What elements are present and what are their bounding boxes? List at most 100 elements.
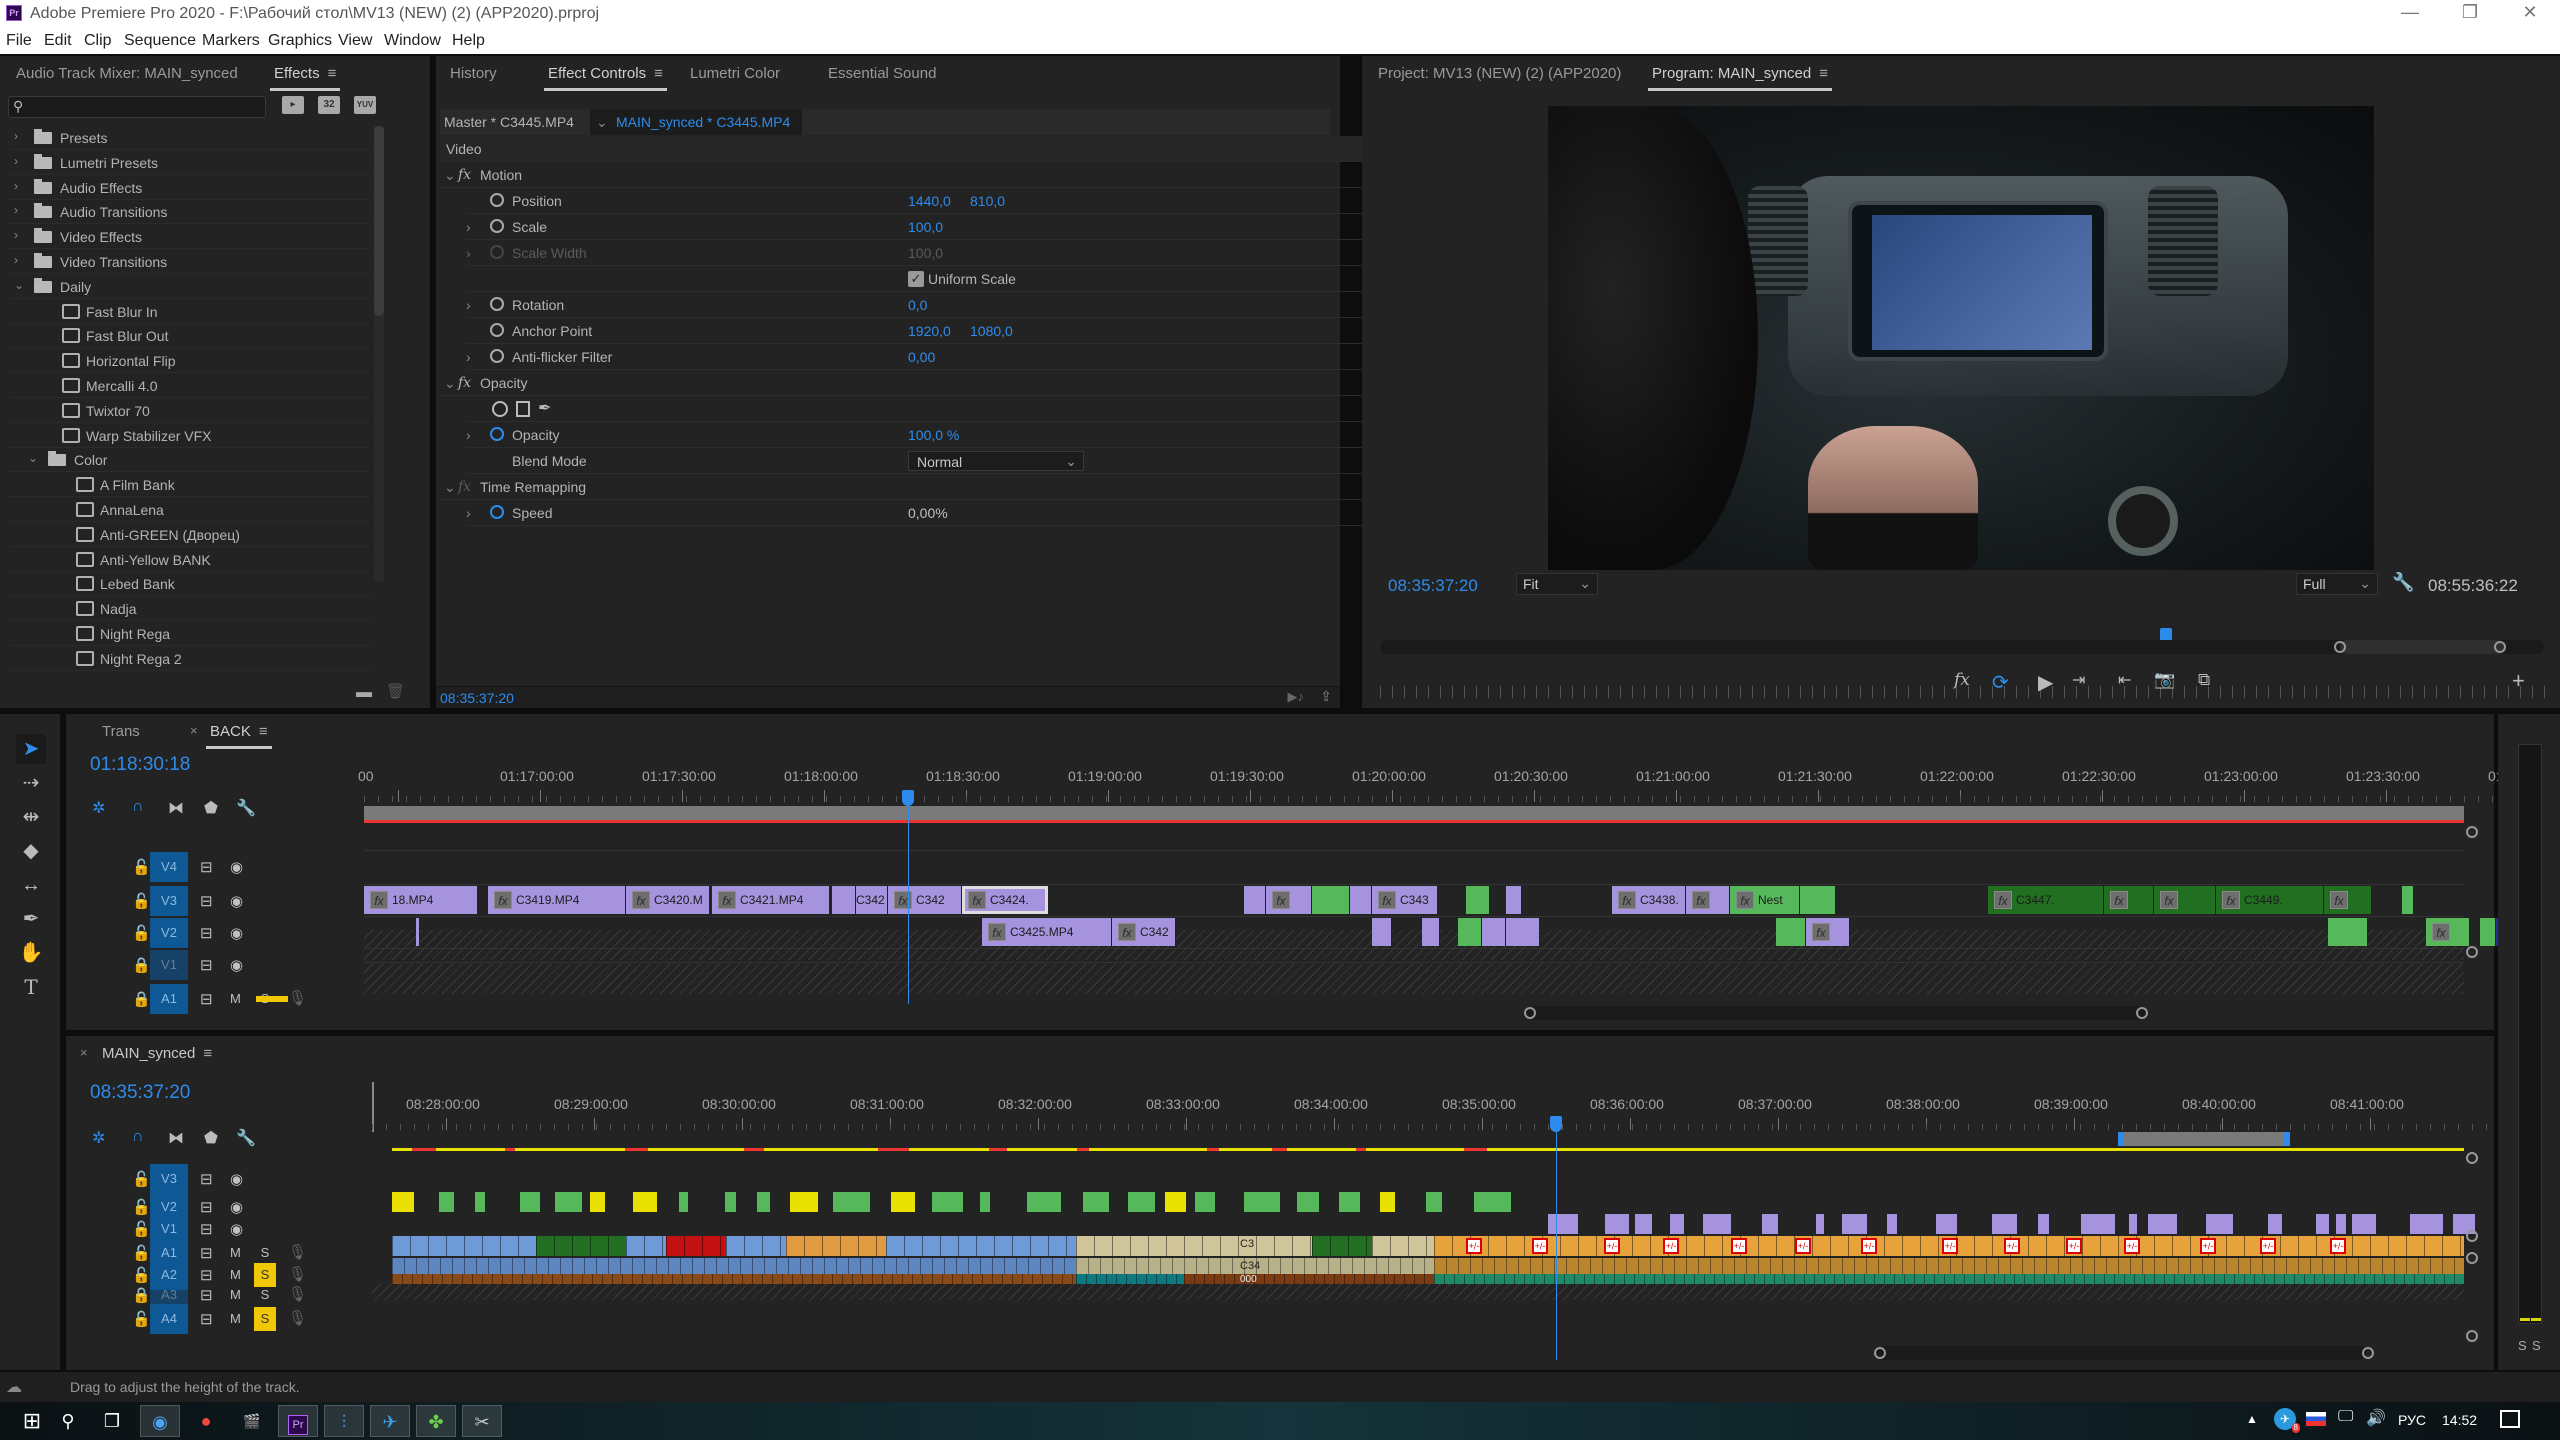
creative-cloud-icon[interactable]: ☁ — [6, 1377, 22, 1397]
tray-expand-icon[interactable]: ▲ — [2246, 1412, 2258, 1426]
back-vscroll-knob[interactable] — [2466, 826, 2478, 838]
timeline-clip[interactable] — [1422, 918, 1440, 946]
timeline-clip[interactable]: fx Nest — [1730, 886, 1800, 914]
tab-effect-controls[interactable]: Effect Controls ≡ — [544, 65, 667, 91]
main-playhead-handle[interactable] — [1550, 1116, 1562, 1132]
back-scroll-handle-left[interactable] — [1524, 1007, 1536, 1019]
monitor-zoom-thumb[interactable] — [2340, 640, 2504, 654]
v2-clip[interactable] — [1474, 1192, 1511, 1212]
timeline-clip[interactable]: fx — [2324, 886, 2372, 914]
add-marker-icon[interactable]: ⬟ — [204, 1128, 218, 1148]
effects-item[interactable]: Nadja — [10, 597, 370, 622]
timeline-clip[interactable] — [1312, 886, 1350, 914]
unlock-icon[interactable]: 🔓 — [132, 892, 151, 910]
track-select-tool-icon[interactable]: ⇢ — [16, 768, 46, 798]
effects-item[interactable]: › Video Transitions — [10, 250, 370, 274]
v2-clip[interactable] — [633, 1192, 657, 1212]
lift-icon[interactable]: ⇤ — [2118, 670, 2131, 690]
effects-item[interactable]: Fast Blur In — [10, 300, 370, 324]
fx-icon[interactable]: fx — [458, 167, 471, 183]
effects-item[interactable]: › Video Effects — [10, 225, 370, 250]
firefox-icon[interactable]: ◉ — [140, 1405, 180, 1437]
main-vscroll-knob-2[interactable] — [2466, 1230, 2478, 1242]
solo-right-button[interactable]: S — [2532, 1338, 2541, 1353]
v2-clip[interactable] — [833, 1192, 870, 1212]
solo-button[interactable]: S — [254, 1307, 276, 1331]
menu-help[interactable]: Help — [452, 32, 485, 50]
pen-tool-icon[interactable]: ✒ — [16, 904, 46, 934]
snipping-tool-icon[interactable]: ✂ — [462, 1405, 502, 1437]
main-time-ruler[interactable]: 08:28:00:00 08:29:00:00 08:30:00:00 08:31:0… — [372, 1088, 2542, 1132]
anti-flicker-value[interactable]: 0,00 — [908, 349, 935, 365]
timeline-clip[interactable]: fx — [2426, 918, 2470, 946]
effects-item[interactable]: A Film Bank — [10, 473, 370, 498]
lock-icon[interactable]: 🔒 — [132, 1286, 151, 1304]
close-icon[interactable]: ✕ — [2500, 2, 2560, 26]
32bit-filter-icon[interactable]: 32 — [318, 96, 340, 114]
chevron-right-icon[interactable]: › — [466, 349, 471, 365]
v2-clip[interactable] — [790, 1192, 818, 1212]
unlock-icon[interactable]: 🔓 — [132, 1220, 151, 1238]
v1-clip[interactable] — [1312, 1236, 1372, 1256]
timeline-clip[interactable]: fx C343 — [1372, 886, 1438, 914]
effects-item[interactable]: Fast Blur Out — [10, 324, 370, 349]
input-language[interactable]: РУС — [2398, 1412, 2426, 1428]
v2-clip[interactable] — [2129, 1214, 2137, 1234]
notifications-icon[interactable] — [2500, 1410, 2520, 1428]
main-horizontal-scrollbar[interactable] — [66, 1346, 2494, 1360]
timeline-clip[interactable] — [1506, 918, 1540, 946]
scale-value[interactable]: 100,0 — [908, 219, 943, 235]
timeline-clip[interactable]: fx 18.MP4 — [364, 886, 478, 914]
mixer-icon[interactable]: ⫶ — [324, 1405, 364, 1437]
timeline-clip[interactable]: fx C3420.M — [626, 886, 710, 914]
effects-search-input[interactable]: ⚲ — [8, 96, 266, 118]
unlock-icon[interactable]: 🔓 — [132, 1310, 151, 1328]
timeline-clip[interactable] — [2328, 918, 2368, 946]
eye-icon[interactable]: ◉ — [230, 1170, 243, 1188]
timeline-clip[interactable]: fx — [1686, 886, 1730, 914]
track-name-v3[interactable]: V3 — [150, 886, 188, 916]
master-clip-label[interactable]: Master * C3445.MP4 — [444, 114, 574, 130]
main-work-area-bar[interactable] — [2118, 1132, 2290, 1146]
tab-main-synced[interactable]: MAIN_synced ≡ — [102, 1045, 212, 1062]
ripple-edit-tool-icon[interactable]: ⇹ — [16, 802, 46, 832]
work-area-bar[interactable] — [364, 806, 2464, 820]
panel-menu-icon[interactable]: ≡ — [259, 723, 268, 740]
chevron-down-icon[interactable]: ⌄ — [444, 479, 456, 496]
speed-value[interactable]: 0,00% — [908, 505, 948, 521]
tab-history[interactable]: History — [450, 65, 497, 82]
eye-icon[interactable]: ◉ — [230, 892, 243, 910]
v2-clip[interactable] — [1842, 1214, 1867, 1234]
timeline-clip[interactable] — [2480, 918, 2496, 946]
back-timecode[interactable]: 01:18:30:18 — [90, 754, 190, 776]
timeline-clip[interactable]: C342 — [856, 886, 888, 914]
timeline-clip[interactable]: fx C3438. — [1612, 886, 1686, 914]
chevron-down-icon[interactable]: ⌄ — [444, 375, 456, 392]
effects-item[interactable]: › Presets — [10, 126, 370, 150]
timeline-clip[interactable] — [2402, 886, 2414, 914]
loop-icon[interactable]: ⟳ — [1992, 670, 2009, 695]
menu-file[interactable]: File — [6, 32, 32, 50]
effects-item[interactable]: Horizontal Flip — [10, 349, 370, 374]
timeline-clip[interactable]: fx — [2104, 886, 2154, 914]
main-timecode[interactable]: 08:35:37:20 — [90, 1082, 190, 1104]
zoom-handle-left[interactable] — [2334, 641, 2346, 653]
resolution-select[interactable]: Full ⌄ — [2296, 573, 2378, 595]
add-marker-icon[interactable]: ⬟ — [204, 798, 218, 818]
sync-lock-icon[interactable]: ⊟ — [200, 892, 213, 910]
v2-clip[interactable] — [1027, 1192, 1061, 1212]
v2-clip[interactable] — [932, 1192, 963, 1212]
linked-selection-icon[interactable]: ⧓ — [168, 798, 184, 818]
hand-tool-icon[interactable]: ✋ — [16, 938, 46, 968]
v1-clip[interactable] — [786, 1236, 886, 1256]
voiceover-mic-icon[interactable]: 🎙 — [288, 1309, 307, 1327]
chevron-right-icon[interactable]: › — [14, 228, 18, 242]
eye-icon[interactable]: ◉ — [230, 858, 243, 876]
timeline-clip[interactable]: fx C3424. — [962, 886, 1048, 914]
timeline-settings-wrench-icon[interactable]: 🔧 — [236, 798, 256, 818]
v2-clip[interactable] — [1128, 1192, 1155, 1212]
effects-item[interactable]: Lebed Bank — [10, 572, 370, 597]
language-flag-icon[interactable] — [2306, 1412, 2326, 1426]
v2-clip[interactable] — [679, 1192, 688, 1212]
fx-icon[interactable]: fx — [458, 375, 471, 391]
